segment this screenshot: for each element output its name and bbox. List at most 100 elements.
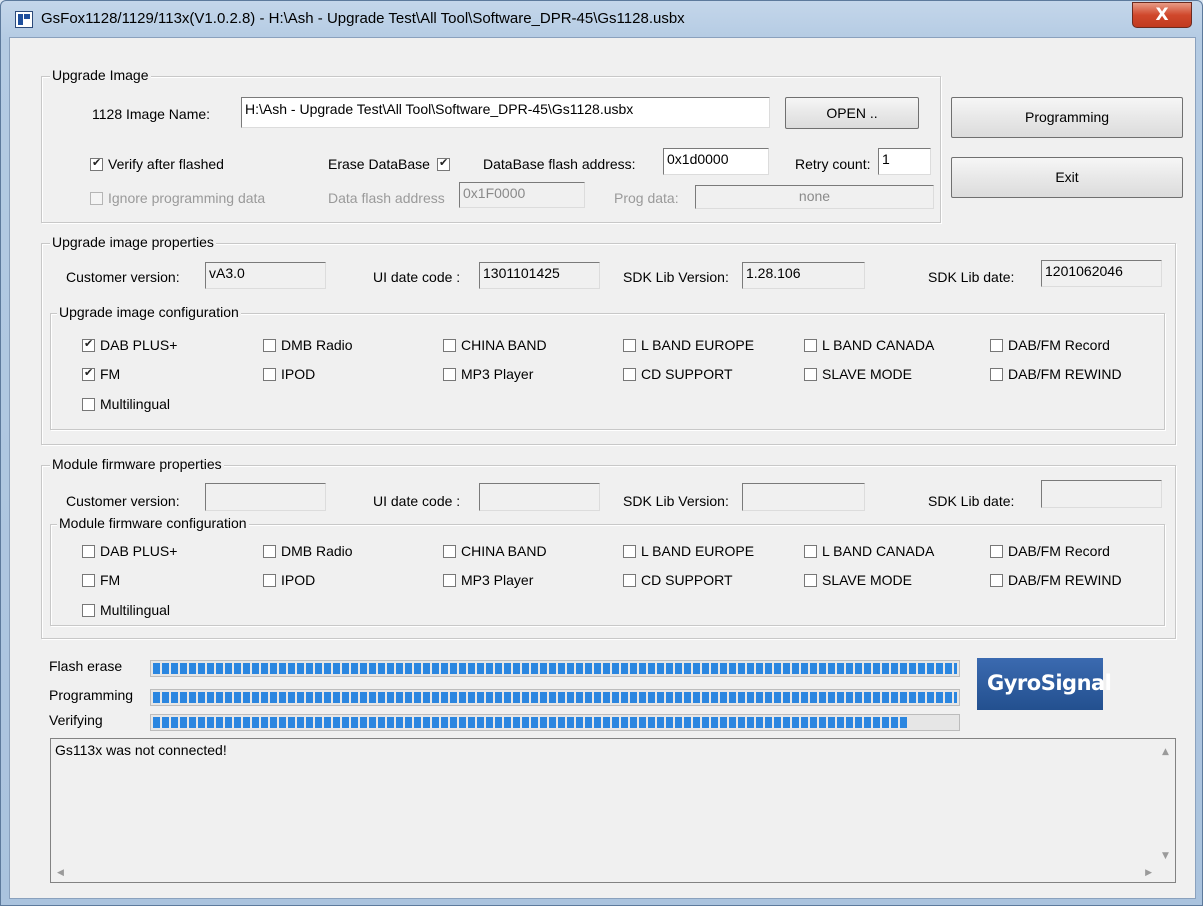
data-flash-address-label: Data flash address (328, 190, 445, 206)
module-slave-mode-checkbox[interactable] (804, 574, 817, 587)
progress-bar-0 (150, 660, 960, 677)
module-dab-fm-record-label: DAB/FM Record (1008, 543, 1110, 559)
image-dab-fm-record-checkbox[interactable] (990, 339, 1003, 352)
programming-button[interactable]: Programming (951, 97, 1183, 138)
image-china-band-checkbox[interactable] (443, 339, 456, 352)
image-name-field[interactable]: H:\Ash - Upgrade Test\All Tool\Software_… (241, 97, 770, 128)
exit-button[interactable]: Exit (951, 157, 1183, 198)
image-slave-mode-checkbox[interactable] (804, 368, 817, 381)
module-dmb-radio-label: DMB Radio (281, 543, 353, 559)
erase-database-checkbox[interactable] (437, 156, 450, 171)
title-bar[interactable]: GsFox1128/1129/113x(V1.0.2.8) - H:\Ash -… (1, 1, 1202, 35)
image-ui-date-field: 1301101425 (479, 262, 600, 289)
upgrade-image-legend: Upgrade Image (50, 67, 151, 83)
gyrosignal-logo: GyroSignal (977, 658, 1112, 710)
module-l-band-europe-checkbox[interactable] (623, 545, 636, 558)
database-address-field[interactable]: 0x1d0000 (663, 148, 769, 175)
close-icon: X (1155, 5, 1169, 25)
image-dmb-radio-label: DMB Radio (281, 337, 353, 353)
module-china-band-checkbox[interactable] (443, 545, 456, 558)
module-mp3-player-label: MP3 Player (461, 572, 534, 588)
image-china-band-label: CHINA BAND (461, 337, 547, 353)
image-fm-checkbox[interactable] (82, 366, 95, 381)
progress-fill-2 (153, 717, 909, 728)
retry-count-field[interactable]: 1 (878, 148, 931, 175)
image-l-band-europe-label: L BAND EUROPE (641, 337, 755, 353)
ignore-programming-label: Ignore programming data (108, 190, 266, 206)
window-title: GsFox1128/1129/113x(V1.0.2.8) - H:\Ash -… (41, 10, 685, 27)
module-sdk-date-label: SDK Lib date: (928, 493, 1015, 509)
verify-checkbox[interactable] (90, 156, 103, 171)
log-vertical-scrollbar[interactable]: ▲ ▼ (1158, 739, 1175, 865)
prog-data-field: none (695, 185, 934, 209)
module-cd-support-checkbox[interactable] (623, 574, 636, 587)
image-l-band-canada-checkbox[interactable] (804, 339, 817, 352)
module-multilingual-checkbox[interactable] (82, 604, 95, 617)
app-window: GsFox1128/1129/113x(V1.0.2.8) - H:\Ash -… (0, 0, 1203, 906)
module-ipod-label: IPOD (281, 572, 316, 588)
image-l-band-europe-checkbox[interactable] (623, 339, 636, 352)
image-fm-label: FM (100, 366, 121, 382)
module-l-band-canada-label: L BAND CANADA (822, 543, 935, 559)
progress-label-2: Verifying (49, 712, 103, 728)
module-dab-fm-rewind-checkbox[interactable] (990, 574, 1003, 587)
module-config-legend: Module firmware configuration (57, 515, 249, 531)
module-multilingual-label: Multilingual (100, 602, 171, 618)
image-dab-plus-checkbox[interactable] (82, 337, 95, 352)
image-name-label: 1128 Image Name: (92, 106, 211, 122)
open-button[interactable]: OPEN .. (785, 97, 919, 129)
image-multilingual-label: Multilingual (100, 396, 171, 412)
module-customer-label: Customer version: (66, 493, 180, 509)
image-dab-fm-rewind-checkbox[interactable] (990, 368, 1003, 381)
module-dab-plus-checkbox[interactable] (82, 545, 95, 558)
log-horizontal-scrollbar[interactable]: ◀ ▶ (51, 865, 1158, 882)
image-cd-support-label: CD SUPPORT (641, 366, 733, 382)
module-dab-fm-record-checkbox[interactable] (990, 545, 1003, 558)
log-output[interactable]: Gs113x was not connected! ▲ ▼ ◀ ▶ (50, 738, 1176, 883)
image-properties-legend: Upgrade image properties (50, 234, 216, 250)
image-slave-mode-label: SLAVE MODE (822, 366, 912, 382)
module-dmb-radio-checkbox[interactable] (263, 545, 276, 558)
logo-text: GyroSignal (987, 671, 1112, 695)
module-properties-legend: Module firmware properties (50, 456, 224, 472)
image-multilingual-checkbox[interactable] (82, 398, 95, 411)
app-icon[interactable] (15, 11, 33, 28)
module-mp3-player-checkbox[interactable] (443, 574, 456, 587)
progress-fill-0 (153, 663, 957, 674)
image-l-band-canada-label: L BAND CANADA (822, 337, 935, 353)
erase-database-label: Erase DataBase (328, 156, 430, 172)
module-china-band-label: CHINA BAND (461, 543, 547, 559)
image-ipod-checkbox[interactable] (263, 368, 276, 381)
scroll-left-icon[interactable]: ◀ (57, 868, 64, 878)
progress-bar-2 (150, 714, 960, 731)
module-l-band-canada-checkbox[interactable] (804, 545, 817, 558)
scroll-up-icon[interactable]: ▲ (1162, 747, 1169, 757)
module-customer-field (205, 483, 326, 511)
module-sdk-date-field (1041, 480, 1162, 508)
image-dab-fm-record-label: DAB/FM Record (1008, 337, 1110, 353)
image-cd-support-checkbox[interactable] (623, 368, 636, 381)
image-customer-field: vA3.0 (205, 262, 326, 289)
image-mp3-player-checkbox[interactable] (443, 368, 456, 381)
module-ui-date-label: UI date code : (373, 493, 461, 509)
image-mp3-player-label: MP3 Player (461, 366, 534, 382)
image-sdk-date-field: 1201062046 (1041, 260, 1162, 287)
module-fm-checkbox[interactable] (82, 574, 95, 587)
module-ipod-checkbox[interactable] (263, 574, 276, 587)
module-cd-support-label: CD SUPPORT (641, 572, 733, 588)
close-button[interactable]: X (1132, 2, 1192, 28)
module-dab-plus-label: DAB PLUS+ (100, 543, 178, 559)
image-dab-plus-label: DAB PLUS+ (100, 337, 178, 353)
module-sdk-version-label: SDK Lib Version: (623, 493, 729, 509)
image-ui-date-label: UI date code : (373, 269, 461, 285)
scroll-right-icon[interactable]: ▶ (1145, 868, 1152, 878)
ignore-programming-checkbox[interactable] (90, 192, 103, 205)
image-ipod-label: IPOD (281, 366, 316, 382)
image-sdk-version-field: 1.28.106 (742, 262, 865, 289)
module-sdk-version-field (742, 483, 865, 511)
module-l-band-europe-label: L BAND EUROPE (641, 543, 755, 559)
scroll-down-icon[interactable]: ▼ (1162, 851, 1169, 861)
image-customer-label: Customer version: (66, 269, 180, 285)
image-dmb-radio-checkbox[interactable] (263, 339, 276, 352)
module-dab-fm-rewind-label: DAB/FM REWIND (1008, 572, 1122, 588)
